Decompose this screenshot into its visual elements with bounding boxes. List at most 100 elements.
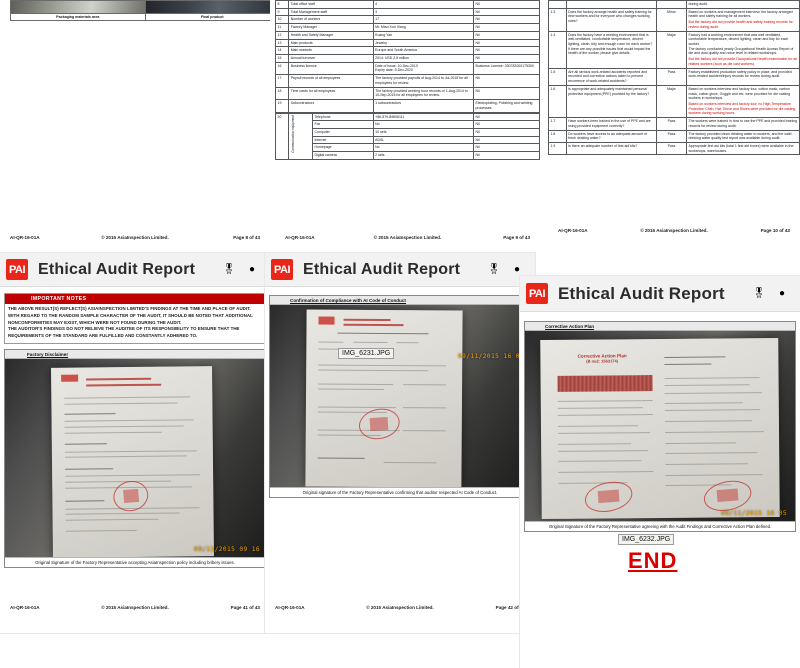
table-row: 1.6 Is appropriate and adequately maintai… [548, 84, 800, 119]
table-cell: Nil [472, 38, 540, 48]
finding-detail: Based on workers interview and factory t… [686, 84, 800, 119]
table-row: 1.7 Have workers been trained in the use … [548, 117, 800, 131]
finding-rating: Pass [655, 67, 688, 86]
table-row: 19 Subcontractors 1 subcontractors Electrop… [275, 99, 540, 113]
finding-detail-black: Based on workers and management intervie… [688, 9, 793, 19]
table-cell: Nil [472, 143, 540, 153]
header-accreditation-marks: 🎖 ● [221, 263, 264, 275]
finding-detail-black: Appropriate first aid kits (total 1 firs… [688, 143, 794, 153]
table-cell: 16 [275, 61, 290, 76]
pai-logo-icon: PAI [6, 259, 28, 280]
photo-timestamp: 09/11/2015 09 16 [193, 546, 260, 554]
photo-strip: Packaging materials area Final product [10, 0, 270, 21]
finding-detail-black: Factory had a working environment that w… [688, 32, 794, 56]
table-cell [655, 0, 688, 9]
table-cell: Telephone [311, 112, 374, 122]
finding-question: Does the factory have a working environm… [565, 30, 657, 69]
table-cell [565, 0, 657, 9]
table-cell: Nil [472, 23, 540, 32]
finding-rating: Pass [655, 117, 688, 131]
seal-mark-icon: ● [509, 264, 525, 275]
table-cell: during audit. [686, 0, 800, 9]
table-cell: Mr. Miao Xun Xiang [372, 23, 474, 32]
table-cell: Digital camera [311, 151, 374, 160]
table-cell: No [372, 120, 474, 129]
finding-number: 1.9 [548, 141, 567, 156]
report-panel-compliance: PAI Ethical Audit Report 🎖 ● Confirmatio… [265, 253, 535, 633]
table-cell: 11 [275, 23, 290, 32]
photo-timestamp: 09/11/2015 16 01 [457, 353, 524, 360]
table-cell: 17 [372, 15, 474, 25]
table-cell: Nil [472, 120, 540, 129]
table-row: 1.5 Are all serious work-related accident… [548, 67, 800, 86]
finding-rating: Minor [655, 7, 688, 32]
notes-line: THE AUDITOR'S FINDINGS DO NOT RELIEVE TH… [8, 326, 240, 339]
finding-detail-black: The factory provided clean drinking wate… [688, 131, 792, 141]
finding-number: 1.3 [548, 7, 567, 32]
photo-caption-bottom: Original Signature of the Factory Repres… [5, 557, 265, 568]
table-cell: Nil [472, 54, 540, 63]
page-footer: AI-QR-16-01A © 2015 AsiaInspection Limit… [275, 235, 540, 240]
strip-caption: Final product [145, 13, 270, 20]
pai-logo-icon: PAI [271, 259, 293, 280]
table-cell: 12 [275, 30, 290, 40]
finding-detail-black: Based on workers interview and factory t… [688, 86, 791, 101]
finding-question: Does the factory arrange health and safe… [565, 7, 657, 32]
seal-mark-icon: ● [774, 288, 790, 299]
report-title: Ethical Audit Report [303, 260, 461, 278]
seal-icon: ● [248, 263, 256, 275]
table-cell: 2014: USD 2.5 million [372, 54, 474, 63]
report-header: PAI Ethical Audit Report 🎖 ● [0, 253, 270, 287]
table-cell: Date of issue: 10-Dec-2010 Expiry date: … [372, 61, 474, 76]
table-cell: Payroll records of all employees [288, 74, 374, 88]
table-row: 12 Health and Safety Manager Kuang Yan Nil [275, 30, 540, 40]
table-cell: Nil [472, 46, 540, 56]
table-cell: Time cards for all employees [288, 86, 374, 101]
table-row: 9 Total Management staff 3 Nil [275, 7, 540, 17]
finding-detail-red: But the factory did not provide health a… [688, 20, 793, 29]
table-cell: Subcontractors [288, 99, 374, 113]
report-title: Ethical Audit Report [558, 283, 725, 303]
table-cell: Electroplating, Polishing and welding pr… [472, 99, 540, 113]
finding-number: 1.8 [548, 129, 567, 143]
table-cell: 10 [275, 15, 290, 25]
factory-info-table: 8 Total office staff 4 Nil 9 Total Management… [275, 0, 540, 113]
table-cell: Jewelry [372, 38, 474, 48]
finding-question: Is there an adequate number of first aid… [565, 141, 657, 156]
table-cell: Computer [311, 127, 374, 137]
footer-copyright: © 2015 AsiaInspection Limited. [373, 235, 442, 240]
table-row: 15 Annual turnover 2014: USD 2.5 million Ni… [275, 54, 540, 63]
table-cell: Nil [472, 0, 540, 9]
table-row: 1.4 Does the factory have a working envir… [548, 30, 800, 69]
table-cell: Internet [311, 135, 374, 145]
finding-detail: The workers were trained in how to use t… [686, 117, 800, 131]
table-cell-number: 20 [275, 112, 290, 160]
table-row: Computer 10 sets Nil [276, 127, 540, 137]
sheet-text-lines [51, 366, 214, 557]
finding-rating: Pass [655, 129, 688, 143]
report-header: PAI Ethical Audit Report 🎖 ● [520, 276, 800, 312]
factory-disclaimer-photo-frame: Factory Disclaimer 09/11/2015 09 16 Orig… [4, 349, 266, 569]
page-footer: AI-QR-16-01A © 2015 AsiaInspection Limit… [548, 228, 800, 233]
finding-number: 1.4 [548, 30, 567, 69]
table-cell: The factory provided working hour record… [372, 86, 474, 101]
table-cell: 13 [275, 38, 290, 48]
photo-caption-bottom: Original signature of the Factory Repres… [270, 487, 530, 497]
table-cell: 3 [372, 7, 474, 17]
accreditation-mark-icon: 🎖 [486, 264, 502, 275]
notes-line: WITH REGARD TO THE RANDOM SAMPLE CHARACT… [8, 312, 253, 325]
finding-detail: Factory established production safety po… [686, 67, 800, 86]
table-cell: 1 subcontractors [372, 99, 474, 113]
table-row: 14 Main markets Europe and South America Ni… [275, 46, 540, 56]
table-cell: Nil [472, 127, 540, 137]
important-notes-block: IMPORTANT NOTES THE ABOVE RESULT(S) REFL… [4, 293, 266, 345]
table-row: 8 Total office staff 4 Nil [275, 0, 540, 9]
table-cell: No [372, 143, 474, 153]
finding-number: 1.6 [548, 84, 567, 119]
report-header: PAI Ethical Audit Report 🎖 ● [265, 253, 535, 287]
footer-code: AI-QR-16-01A [10, 235, 40, 240]
finding-question: Are all serious work-related accidents r… [565, 67, 657, 86]
table-cell: Nil [472, 112, 540, 122]
table-row: 11 Factory Manager Mr. Miao Xun Xiang Nil [275, 23, 540, 32]
table-row: 13 Main products Jewelry Nil [275, 38, 540, 48]
